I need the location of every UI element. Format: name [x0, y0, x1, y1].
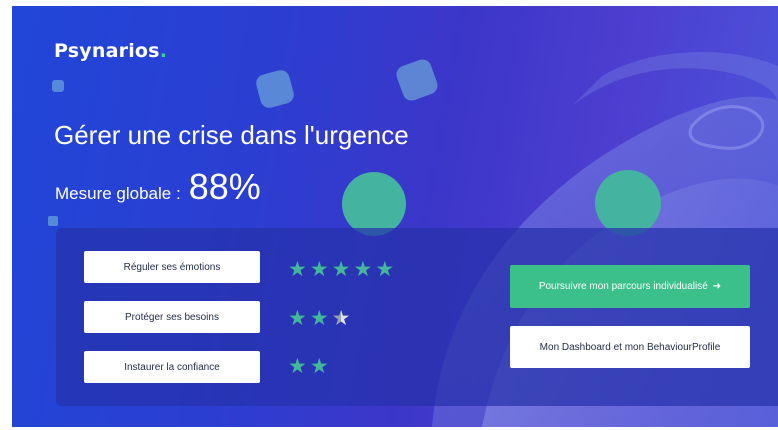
- star-icon: ★: [288, 306, 307, 330]
- star-icon: ★: [309, 354, 329, 378]
- arrow-right-icon: ➜: [712, 281, 722, 292]
- score-value: 88%: [188, 166, 261, 207]
- skill-button-reguler-emotions[interactable]: Réguler ses émotions: [84, 251, 260, 283]
- skill-rating: ★ ★ ★: [288, 308, 350, 329]
- skill-rating: ★ ★: [288, 356, 329, 377]
- star-icon: ★: [309, 306, 329, 330]
- continue-path-label: Poursuivre mon parcours individualisé: [538, 281, 708, 292]
- star-icon: ★: [288, 354, 307, 378]
- decorative-circle: [595, 170, 661, 236]
- star-icon: ★: [375, 257, 395, 281]
- skill-rating: ★ ★ ★ ★ ★: [288, 259, 394, 280]
- skill-button-proteger-besoins[interactable]: Protéger ses besoins: [84, 301, 260, 333]
- continue-path-button[interactable]: Poursuivre mon parcours individualisé ➜: [510, 265, 750, 308]
- decorative-square: [254, 68, 296, 110]
- hero-frame: Psynarios. Gérer une crise dans l'urgenc…: [12, 6, 778, 427]
- decorative-square: [393, 56, 441, 104]
- page-title: Gérer une crise dans l'urgence: [54, 120, 409, 150]
- star-icon: ★: [331, 257, 351, 281]
- brand-dot: .: [159, 40, 168, 62]
- star-icon: ★: [309, 257, 329, 281]
- dashboard-button[interactable]: Mon Dashboard et mon BehaviourProfile: [510, 326, 750, 368]
- brand-name: Psynarios: [54, 40, 160, 62]
- global-score: Mesure globale : 88%: [55, 166, 261, 208]
- decorative-circle: [342, 172, 406, 236]
- score-label: Mesure globale :: [55, 184, 181, 203]
- star-half-icon: ★: [331, 306, 351, 330]
- brand-logo: Psynarios.: [54, 40, 167, 62]
- star-icon: ★: [353, 257, 373, 281]
- star-icon: ★: [288, 257, 307, 281]
- decorative-square: [52, 80, 64, 92]
- decorative-square: [48, 216, 58, 226]
- skill-button-instaurer-confiance[interactable]: Instaurer la confiance: [84, 351, 260, 383]
